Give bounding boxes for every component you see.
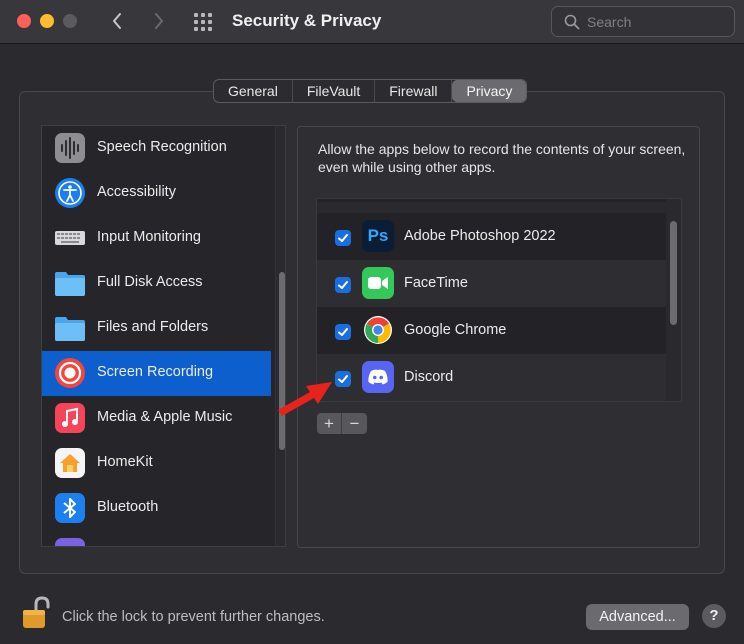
checkmark-icon [338,328,348,336]
photoshop-icon: Ps [362,220,394,252]
minimize-window-button[interactable] [40,14,54,28]
annotation-arrow-icon [278,382,332,416]
checkmark-icon [338,281,348,289]
list-item [317,199,666,202]
sidebar-item-partial [42,531,271,546]
sidebar-item-files-and-folders[interactable]: Files and Folders [42,306,271,351]
tab-firewall[interactable]: Firewall [375,80,453,102]
folder-icon [54,267,86,299]
sidebar-item-accessibility[interactable]: Accessibility [42,171,271,216]
app-label: FaceTime [404,275,468,291]
sidebar-item-label: HomeKit [97,454,153,470]
advanced-button[interactable]: Advanced... [586,604,689,630]
tab-privacy[interactable]: Privacy [452,80,527,102]
show-all-grid-button[interactable] [193,12,215,32]
app-label: Adobe Photoshop 2022 [404,228,556,244]
accessibility-icon [54,177,86,209]
tab-bar: General FileVault Firewall Privacy [213,79,528,103]
music-note-icon [54,402,86,434]
folder-icon [54,312,86,344]
sidebar-item-full-disk-access[interactable]: Full Disk Access [42,261,271,306]
app-label: Google Chrome [404,322,507,338]
forward-button[interactable] [146,8,172,34]
keyboard-icon [54,222,86,254]
title-bar: Security & Privacy [0,0,744,44]
help-button[interactable]: ? [702,604,726,628]
sidebar-item-homekit[interactable]: HomeKit [42,441,271,486]
sidebar-item-label: Files and Folders [97,319,209,335]
sidebar-item-bluetooth[interactable]: Bluetooth [42,486,271,531]
sidebar-item-label: Speech Recognition [97,139,227,155]
facetime-icon [362,267,394,299]
list-item-photoshop[interactable]: Ps Adobe Photoshop 2022 [317,213,666,260]
home-icon [54,447,86,479]
list-item-facetime[interactable]: FaceTime [317,260,666,307]
chevron-right-icon [155,13,163,29]
app-checkbox[interactable] [335,277,351,293]
sidebar-item-input-monitoring[interactable]: Input Monitoring [42,216,271,261]
app-label: Discord [404,369,454,385]
tab-filevault[interactable]: FileVault [293,80,376,102]
chevron-left-icon [113,13,121,29]
app-checkbox[interactable] [335,230,351,246]
sidebar-item-speech-recognition[interactable]: Speech Recognition [42,126,271,171]
screen-record-icon [54,357,86,389]
sidebar-item-label: Media & Apple Music [97,409,233,425]
sidebar-item-media-apple-music[interactable]: Media & Apple Music [42,396,271,441]
app-icon [54,537,86,546]
privacy-category-list: Speech Recognition Accessibility Input M… [41,125,286,547]
search-input[interactable] [587,13,727,31]
unlocked-padlock-icon[interactable] [22,596,50,630]
discord-icon [362,361,394,393]
app-permission-list: Ps Adobe Photoshop 2022 FaceTime Google [316,198,682,402]
close-window-button[interactable] [17,14,31,28]
lock-status-text: Click the lock to prevent further change… [62,609,325,625]
app-list-scrollbar[interactable] [666,199,681,401]
app-list-scroll-thumb[interactable] [670,221,677,325]
sidebar-item-screen-recording[interactable]: Screen Recording [42,351,271,396]
list-item-google-chrome[interactable]: Google Chrome [317,307,666,354]
zoom-window-button[interactable] [63,14,77,28]
window-title: Security & Privacy [232,11,382,30]
sidebar-item-label: Bluetooth [97,499,159,515]
back-button[interactable] [104,8,130,34]
bluetooth-icon [54,492,86,524]
sidebar-item-label: Accessibility [97,184,176,200]
list-item-discord[interactable]: Discord [317,354,666,401]
waveform-icon [54,132,86,164]
tab-general[interactable]: General [214,80,293,102]
permission-description: Allow the apps below to record the conte… [318,141,686,175]
sidebar-scrollbar[interactable] [275,126,285,546]
sidebar-item-label: Full Disk Access [97,274,203,290]
sidebar-item-label: Input Monitoring [97,229,201,245]
checkmark-icon [338,234,348,242]
sidebar-scroll-thumb[interactable] [279,272,285,450]
app-checkbox[interactable] [335,324,351,340]
sidebar-item-label: Screen Recording [97,364,214,380]
chrome-icon [362,314,394,346]
remove-app-button[interactable]: − [342,413,367,434]
search-icon [564,14,580,30]
search-field[interactable] [551,6,735,37]
